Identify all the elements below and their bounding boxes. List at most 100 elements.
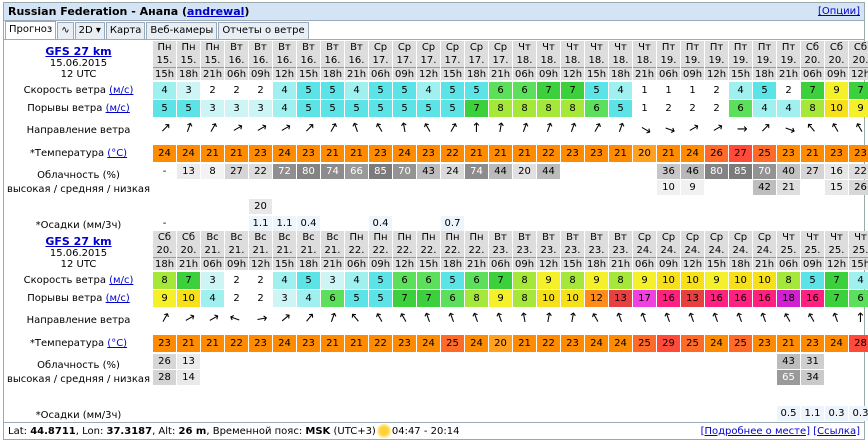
hour-cell: 15h [705,257,728,270]
wind-speed-label: Скорость ветра (м/с) [6,82,151,99]
cloud-mid-cell [297,180,320,195]
direction-cell: ↑ [321,119,344,143]
day-cell: Пн [465,231,488,244]
model-info: GFS 27 km 15.06.2015 12 UTC [6,235,151,270]
model-link[interactable]: GFS 27 km [6,45,151,58]
tab-graph[interactable]: ∿ [57,22,74,39]
model-link[interactable]: GFS 27 km [6,235,151,248]
wind-gusts-cell: 5 [177,100,200,117]
rain-extra-cell [753,199,776,214]
cloud-high-cell: 22 [249,164,272,179]
date-cell: 24. [657,244,680,257]
cloud-mid-cell [153,180,176,195]
tab-wind-reports[interactable]: Отчеты о ветре [218,22,309,39]
day-cell: Ср [441,41,464,54]
permalink-link[interactable]: [Ссылка] [813,426,860,437]
unit-c-link[interactable]: (°C) [107,148,127,159]
user-link[interactable]: andrewal [187,5,244,18]
date-cell: 18. [585,54,608,67]
wind-gusts-cell: 4 [777,100,800,117]
wind-speed-cell: 9 [825,82,848,99]
wind-speed-cell: 2 [225,82,248,99]
hour-cell: 21h [609,257,632,270]
day-cell: Вт [537,231,560,244]
cloud-high-cell [489,354,512,369]
tab-map[interactable]: Карта [105,22,146,39]
cloud-mid-cell [249,370,272,385]
wind-gusts-cell: 18 [777,290,800,307]
wind-arrow-icon: ↑ [203,310,223,328]
hour-cell: 18h [609,67,632,80]
cloud-high-cell [657,354,680,369]
wind-gusts-cell: 5 [417,100,440,117]
rain-extra-cell [393,199,416,214]
wind-gusts-cell: 5 [369,100,392,117]
cloud-mid-cell: 10 [657,180,680,195]
wind-arrow-icon: ↑ [540,119,557,138]
wind-speed-cell: 4 [345,82,368,99]
temperature-cell: 24 [393,145,416,162]
day-cell: Вт [249,41,272,54]
date-cell: 21. [297,244,320,257]
wind-gusts-label: Порывы ветра (м/с) [6,100,151,117]
unit-ms-link[interactable]: (м/с) [109,275,133,286]
unit-c-link[interactable]: (°C) [107,338,127,349]
day-cell: Чт [561,41,584,54]
place-details-link[interactable]: [Подробнее о месте] [701,426,810,437]
unit-ms-link[interactable]: (м/с) [106,293,130,304]
wind-arrow-icon: ↑ [851,119,868,138]
wind-gusts-cell: 4 [297,290,320,307]
tab-2d[interactable]: 2D ▾ [74,22,105,39]
unit-ms-link[interactable]: (м/с) [106,103,130,114]
rain-cell [297,406,320,421]
day-cell: Ср [489,41,512,54]
options-link[interactable]: [Опции] [818,6,860,17]
direction-cell: ↑ [729,119,752,143]
day-cell: Ср [465,41,488,54]
direction-cell: ↑ [609,309,632,333]
temperature-cell: 25 [753,145,776,162]
wind-speed-row: 432224554554556677541112452797 [153,82,868,99]
cloud-mid-cell [489,180,512,195]
temperature-cell: 21 [201,145,224,162]
date-cell: 23. [537,244,560,257]
hour-cell: 18h [153,257,176,270]
tab-webcams[interactable]: Веб-камеры [146,22,218,39]
model-date: 15.06.2015 [49,58,108,69]
temperature-cell: 23 [585,145,608,162]
day-cell: Ср [393,41,416,54]
wind-speed-cell: 1 [681,82,704,99]
cloud-mid-cell [729,180,752,195]
direction-cell: ↑ [849,309,868,333]
direction-cell: ↑ [585,119,608,143]
cloud-high-cell: 72 [273,164,296,179]
direction-cell: ↑ [585,309,608,333]
cloud-title: Облачность (%) [37,360,120,371]
tab-forecast[interactable]: Прогноз [5,21,57,39]
model-date: 15.06.2015 [49,248,108,259]
temperature-cell: 21 [465,145,488,162]
temperature-cell: 23 [561,335,584,352]
unit-ms-link[interactable]: (м/с) [109,85,133,96]
wind-arrow-icon: ↑ [636,309,653,328]
rain-cell [201,406,224,421]
temperature-cell: 23 [849,145,868,162]
cloud-high-cell [465,354,488,369]
hour-cell: 18h [465,67,488,80]
wind-speed-cell: 2 [225,272,248,289]
direction-cell: ↑ [633,309,656,333]
cloud-high-cell [681,354,704,369]
wind-speed-cell: 8 [777,272,800,289]
hour-cell: 18h [321,67,344,80]
date-cell: 23. [513,244,536,257]
rain-cell [321,406,344,421]
wind-speed-text: Скорость ветра [23,85,106,96]
cloud-high-cell: 40 [777,164,800,179]
rain-cell [177,216,200,231]
wind-arrow-icon: ↑ [156,309,174,328]
wind-speed-cell: 5 [297,82,320,99]
day-cell: Пн [201,41,224,54]
wind-speed-cell: 7 [801,82,824,99]
wind-arrow-icon: ↑ [756,309,773,328]
model-utc: 12 UTC [60,259,97,270]
